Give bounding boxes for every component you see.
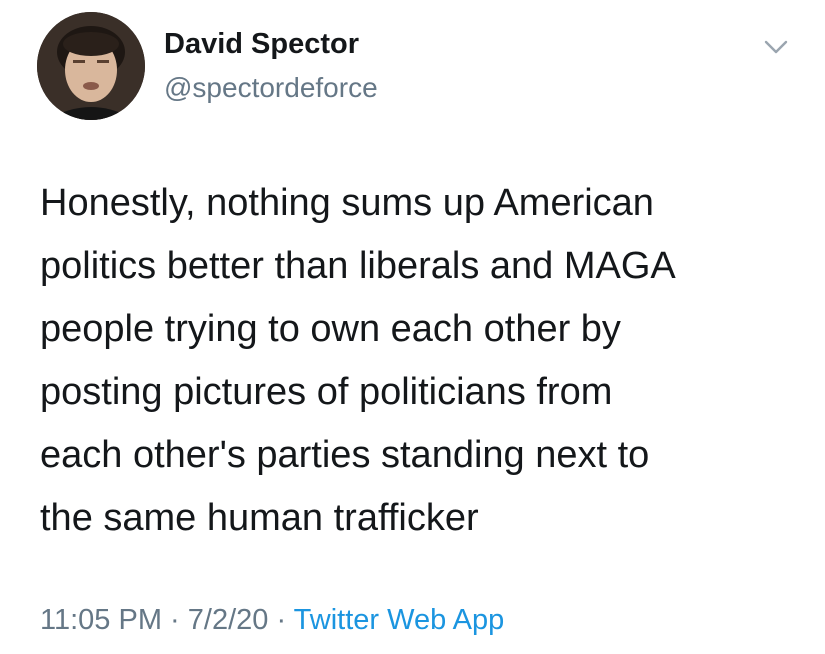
tweet-source-link[interactable]: Twitter Web App	[294, 604, 505, 636]
tweet-text-line: Honestly, nothing sums up American	[40, 182, 654, 224]
author-display-name[interactable]: David Spector	[164, 28, 359, 61]
chevron-down-icon	[764, 40, 788, 54]
tweet-text-line: posting pictures of politicians from	[40, 371, 613, 413]
tweet-time[interactable]: 11:05 PM	[40, 604, 162, 636]
profile-photo-icon	[37, 12, 145, 120]
tweet-date[interactable]: 7/2/20	[188, 604, 269, 636]
meta-separator: ·	[268, 604, 294, 636]
author-handle[interactable]: @spectordeforce	[164, 72, 378, 104]
tweet-text-line: each other's parties standing next to	[40, 434, 650, 476]
avatar[interactable]	[37, 12, 145, 120]
tweet-text-line: people trying to own each other by	[40, 308, 621, 350]
tweet-menu-button[interactable]	[760, 36, 792, 58]
tweet-text-line: the same human trafficker	[40, 497, 479, 539]
tweet-card: David Spector @spectordeforce Honestly, …	[0, 0, 825, 654]
tweet-text: Honestly, nothing sums up American polit…	[40, 172, 800, 550]
tweet-metadata: 11:05 PM · 7/2/20 · Twitter Web App	[40, 604, 504, 637]
meta-separator: ·	[161, 604, 188, 636]
tweet-text-line: politics better than liberals and MAGA	[40, 245, 676, 287]
